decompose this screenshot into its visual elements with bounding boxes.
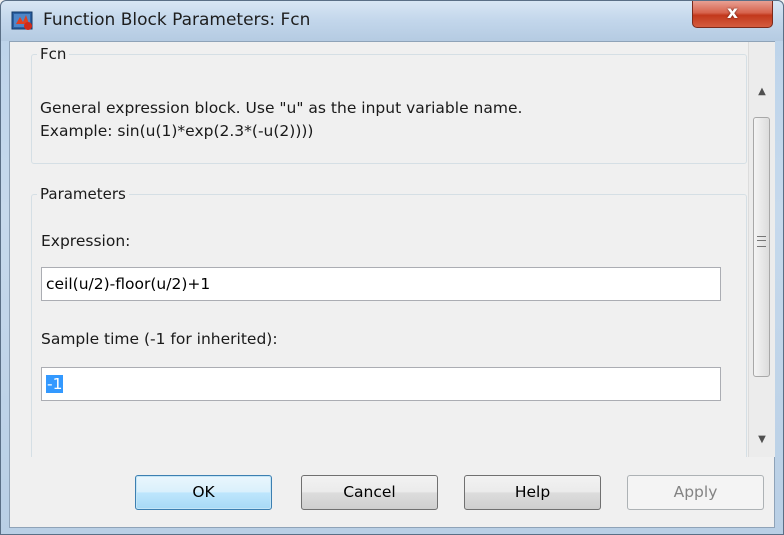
expression-value: ceil(u/2)-floor(u/2)+1 — [46, 275, 211, 293]
description-line-1: General expression block. Use "u" as the… — [40, 99, 523, 117]
dialog-client-area: Fcn General expression block. Use "u" as… — [9, 41, 775, 528]
sample-time-value: -1 — [46, 375, 64, 393]
close-button[interactable]: x — [692, 1, 773, 28]
parameters-scroll-area: Fcn General expression block. Use "u" as… — [10, 42, 748, 457]
window-title: Function Block Parameters: Fcn — [43, 10, 311, 30]
sample-time-input[interactable]: -1 — [41, 367, 721, 401]
scrollbar-thumb[interactable] — [753, 117, 770, 377]
ok-button[interactable]: OK — [135, 475, 272, 510]
scrollbar-grip-icon — [757, 236, 766, 247]
apply-button[interactable]: Apply — [627, 475, 764, 510]
dialog-window: Function Block Parameters: Fcn x Fcn Gen… — [0, 0, 784, 535]
scroll-up-icon[interactable]: ▲ — [749, 82, 775, 102]
scroll-down-icon[interactable]: ▼ — [749, 430, 775, 450]
vertical-scrollbar[interactable]: ▲ ▼ — [748, 42, 775, 457]
block-group-title: Fcn — [37, 45, 70, 63]
sample-time-label: Sample time (-1 for inherited): — [41, 330, 278, 348]
expression-input[interactable]: ceil(u/2)-floor(u/2)+1 — [41, 267, 721, 301]
title-bar[interactable]: Function Block Parameters: Fcn x — [1, 1, 783, 41]
close-icon: x — [727, 3, 738, 23]
parameters-group — [31, 194, 747, 457]
simulink-app-icon — [11, 11, 33, 30]
block-description: General expression block. Use "u" as the… — [40, 97, 522, 143]
expression-label: Expression: — [41, 232, 131, 250]
help-button[interactable]: Help — [464, 475, 601, 510]
description-line-2: Example: sin(u(1)*exp(2.3*(-u(2)))) — [40, 122, 314, 140]
parameters-group-title: Parameters — [37, 185, 129, 203]
cancel-button[interactable]: Cancel — [301, 475, 438, 510]
